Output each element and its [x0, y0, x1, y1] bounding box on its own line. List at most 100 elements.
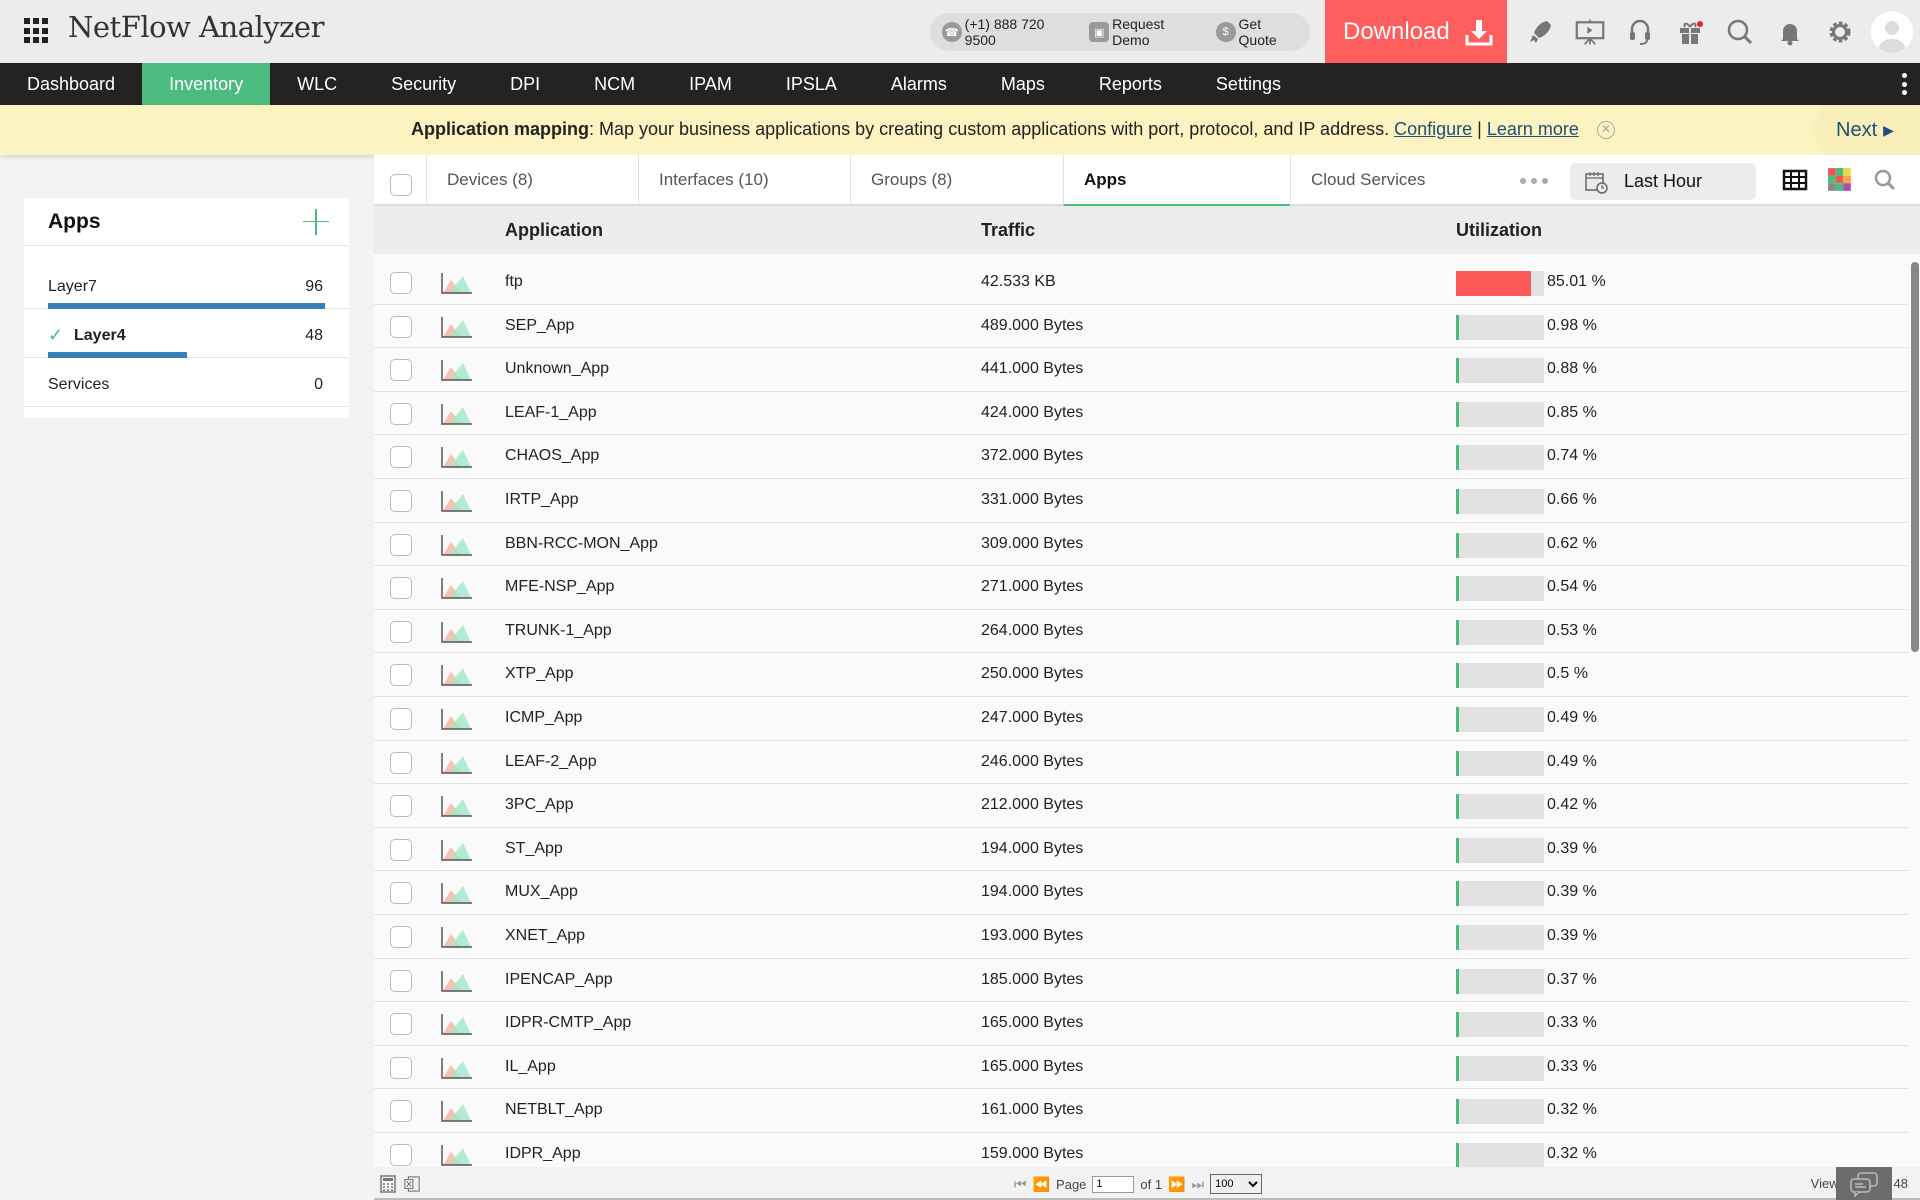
graph-icon[interactable] [441, 970, 473, 992]
column-application[interactable]: Application [505, 220, 603, 241]
graph-icon[interactable] [441, 1057, 473, 1079]
graph-icon[interactable] [441, 621, 473, 643]
graph-icon[interactable] [441, 272, 473, 294]
table-row[interactable]: IL_App 165.000 Bytes 0.33 % [374, 1046, 1908, 1090]
table-search-icon[interactable] [1872, 167, 1898, 193]
calculator-icon[interactable] [380, 1175, 396, 1193]
table-row[interactable]: MFE-NSP_App 271.000 Bytes 0.54 % [374, 566, 1908, 610]
application-name[interactable]: CHAOS_App [505, 447, 599, 465]
graph-icon[interactable] [441, 1144, 473, 1166]
nav-tab-reports[interactable]: Reports [1072, 63, 1189, 105]
row-checkbox[interactable] [390, 969, 412, 992]
table-row[interactable]: IDPR-CMTP_App 165.000 Bytes 0.33 % [374, 1002, 1908, 1046]
nav-tab-ipsla[interactable]: IPSLA [759, 63, 864, 105]
nav-tab-security[interactable]: Security [364, 63, 483, 105]
graph-icon[interactable] [441, 403, 473, 425]
search-icon[interactable] [1715, 0, 1765, 63]
graph-icon[interactable] [441, 795, 473, 817]
graph-icon[interactable] [441, 534, 473, 556]
chat-button[interactable] [1836, 1167, 1892, 1200]
headset-icon[interactable] [1615, 0, 1665, 63]
nav-tab-ipam[interactable]: IPAM [662, 63, 759, 105]
presentation-icon[interactable] [1565, 0, 1615, 63]
excel-export-icon[interactable] [404, 1175, 420, 1193]
row-checkbox[interactable] [390, 1100, 412, 1123]
application-name[interactable]: MUX_App [505, 883, 578, 901]
application-name[interactable]: XNET_App [505, 927, 585, 945]
row-checkbox[interactable] [390, 882, 412, 905]
row-checkbox[interactable] [390, 272, 412, 294]
table-row[interactable]: SEP_App 489.000 Bytes 0.98 % [374, 305, 1908, 349]
configure-link[interactable]: Configure [1394, 119, 1472, 139]
prev-page-icon[interactable]: ⏪ [1033, 1176, 1050, 1193]
application-name[interactable]: TRUNK-1_App [505, 622, 612, 640]
row-checkbox[interactable] [390, 1143, 412, 1166]
nav-tab-wlc[interactable]: WLC [270, 63, 364, 105]
graph-icon[interactable] [441, 490, 473, 512]
application-name[interactable]: ICMP_App [505, 709, 582, 727]
application-name[interactable]: 3PC_App [505, 796, 574, 814]
page-number-input[interactable] [1092, 1175, 1135, 1193]
table-row[interactable]: BBN-RCC-MON_App 309.000 Bytes 0.62 % [374, 523, 1908, 567]
nav-tab-ncm[interactable]: NCM [567, 63, 662, 105]
bell-icon[interactable] [1765, 0, 1815, 63]
application-name[interactable]: IL_App [505, 1058, 556, 1076]
table-row[interactable]: ftp 42.533 KB 85.01 % [374, 261, 1908, 305]
row-checkbox[interactable] [390, 838, 412, 861]
last-page-icon[interactable]: ⏭ [1192, 1176, 1205, 1193]
more-tabs-icon[interactable] [1520, 178, 1548, 184]
row-checkbox[interactable] [390, 925, 412, 948]
row-checkbox[interactable] [390, 751, 412, 774]
nav-tab-dpi[interactable]: DPI [483, 63, 567, 105]
tab-groups[interactable]: Groups (8) [850, 155, 1063, 204]
table-row[interactable]: LEAF-1_App 424.000 Bytes 0.85 % [374, 392, 1908, 436]
app-grid-icon[interactable] [24, 18, 50, 44]
row-checkbox[interactable] [390, 795, 412, 818]
heatmap-view-icon[interactable] [1827, 167, 1853, 193]
table-row[interactable]: TRUNK-1_App 264.000 Bytes 0.53 % [374, 610, 1908, 654]
graph-icon[interactable] [441, 708, 473, 730]
tab-interfaces[interactable]: Interfaces (10) [638, 155, 850, 204]
table-row[interactable]: Unknown_App 441.000 Bytes 0.88 % [374, 348, 1908, 392]
application-name[interactable]: LEAF-2_App [505, 753, 597, 771]
vertical-scrollbar[interactable] [1911, 262, 1919, 652]
application-name[interactable]: MFE-NSP_App [505, 578, 614, 596]
download-button[interactable]: Download [1325, 0, 1507, 63]
row-checkbox[interactable] [390, 707, 412, 730]
application-name[interactable]: NETBLT_App [505, 1101, 603, 1119]
application-name[interactable]: ST_App [505, 840, 563, 858]
next-button[interactable]: Next ▶ [1810, 105, 1920, 155]
application-name[interactable]: BBN-RCC-MON_App [505, 535, 658, 553]
nav-tab-dashboard[interactable]: Dashboard [0, 63, 142, 105]
tab-apps[interactable]: Apps [1063, 155, 1290, 206]
next-page-icon[interactable]: ⏩ [1168, 1176, 1185, 1193]
tab-devices[interactable]: Devices (8) [426, 155, 638, 204]
application-name[interactable]: IDPR-CMTP_App [505, 1014, 631, 1032]
first-page-icon[interactable]: ⏮ [1014, 1176, 1027, 1193]
graph-icon[interactable] [441, 446, 473, 469]
application-name[interactable]: XTP_App [505, 665, 573, 683]
application-name[interactable]: IRTP_App [505, 491, 579, 509]
graph-icon[interactable] [441, 1013, 473, 1035]
nav-tab-maps[interactable]: Maps [974, 63, 1072, 105]
table-row[interactable]: IRTP_App 331.000 Bytes 0.66 % [374, 479, 1908, 523]
tab-cloud-services[interactable]: Cloud Services [1290, 155, 1503, 204]
table-row[interactable]: ST_App 194.000 Bytes 0.39 % [374, 828, 1908, 872]
application-name[interactable]: IDPR_App [505, 1145, 581, 1163]
graph-icon[interactable] [441, 926, 473, 948]
row-checkbox[interactable] [390, 359, 412, 382]
row-checkbox[interactable] [390, 489, 412, 512]
nav-tab-alarms[interactable]: Alarms [864, 63, 974, 105]
sidebar-item-services[interactable]: Services 0 [24, 358, 349, 407]
select-all-checkbox[interactable] [390, 174, 412, 196]
application-name[interactable]: LEAF-1_App [505, 404, 597, 422]
get-quote-link[interactable]: $ Get Quote [1215, 16, 1302, 48]
graph-icon[interactable] [441, 1100, 473, 1123]
add-app-icon[interactable] [303, 208, 329, 235]
table-view-icon[interactable] [1782, 167, 1808, 193]
table-row[interactable]: LEAF-2_App 246.000 Bytes 0.49 % [374, 741, 1908, 785]
gear-icon[interactable] [1815, 0, 1865, 63]
phone-link[interactable]: ☎ (+1) 888 720 9500 [942, 16, 1077, 48]
graph-icon[interactable] [441, 839, 473, 861]
application-name[interactable]: Unknown_App [505, 360, 609, 378]
